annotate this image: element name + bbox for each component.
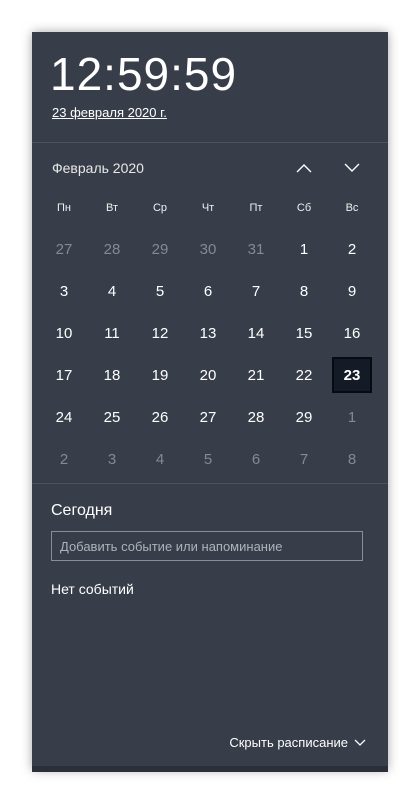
prev-month-button[interactable] [291, 156, 317, 180]
calendar-day[interactable]: 7 [232, 270, 280, 312]
calendar-day[interactable]: 8 [280, 270, 328, 312]
calendar-day[interactable]: 17 [40, 354, 88, 396]
weekday-label: Ср [152, 202, 168, 214]
calendar-day[interactable]: 2 [328, 228, 376, 270]
weekday-label: Пн [57, 202, 71, 214]
divider-top [32, 142, 388, 143]
calendar-day[interactable]: 14 [232, 312, 280, 354]
calendar-day[interactable]: 10 [40, 312, 88, 354]
hide-schedule-button[interactable]: Скрыть расписание [229, 735, 366, 750]
calendar-day[interactable]: 28 [232, 396, 280, 438]
calendar-day[interactable]: 19 [136, 354, 184, 396]
weekday-label: Пт [249, 202, 263, 214]
calendar-day[interactable]: 13 [184, 312, 232, 354]
calendar-day[interactable]: 9 [328, 270, 376, 312]
calendar-day[interactable]: 2 [40, 438, 88, 480]
calendar-day[interactable]: 5 [136, 270, 184, 312]
calendar-day[interactable]: 29 [280, 396, 328, 438]
calendar-day[interactable]: 11 [88, 312, 136, 354]
calendar-day[interactable]: 5 [184, 438, 232, 480]
clock-time: 12:59:59 [50, 48, 238, 100]
calendar-day[interactable]: 6 [184, 270, 232, 312]
calendar-day[interactable]: 7 [280, 438, 328, 480]
weekday-label: Сб [296, 202, 312, 214]
calendar-day[interactable]: 1 [280, 228, 328, 270]
calendar-day[interactable]: 31 [232, 228, 280, 270]
bottom-edge [32, 766, 388, 772]
chevron-down-icon [344, 163, 360, 172]
next-month-button[interactable] [339, 156, 365, 180]
calendar-day[interactable]: 15 [280, 312, 328, 354]
calendar-day[interactable]: 3 [40, 270, 88, 312]
calendar-day[interactable]: 30 [184, 228, 232, 270]
hide-schedule-label: Скрыть расписание [229, 735, 348, 750]
calendar-day[interactable]: 22 [280, 354, 328, 396]
calendar-day[interactable]: 3 [88, 438, 136, 480]
calendar-day[interactable]: 16 [328, 312, 376, 354]
calendar-day[interactable]: 4 [88, 270, 136, 312]
calendar-day[interactable]: 6 [232, 438, 280, 480]
add-event-input[interactable] [51, 531, 363, 561]
weekday-label: Вс [345, 202, 359, 214]
calendar-day[interactable]: 20 [184, 354, 232, 396]
weekday-label: Вт [105, 202, 118, 214]
calendar-day[interactable]: 12 [136, 312, 184, 354]
calendar-day[interactable]: 1 [328, 396, 376, 438]
calendar-day[interactable]: 27 [40, 228, 88, 270]
chevron-down-icon [354, 739, 366, 746]
calendar-day[interactable]: 18 [88, 354, 136, 396]
calendar-day[interactable]: 21 [232, 354, 280, 396]
calendar-day[interactable]: 27 [184, 396, 232, 438]
calendar-day[interactable]: 29 [136, 228, 184, 270]
calendar-day[interactable]: 25 [88, 396, 136, 438]
divider-bottom [32, 483, 388, 484]
date-link[interactable]: 23 февраля 2020 г. [52, 105, 167, 120]
no-events-label: Нет событий [51, 581, 134, 597]
agenda-title: Сегодня [51, 502, 113, 519]
calendar-day[interactable]: 26 [136, 396, 184, 438]
calendar-grid: 27 28 29 30 31 1 2 3 4 5 6 7 8 9 10 11 12 13 14 15 16 17 18 19 2… [40, 228, 376, 480]
calendar-day[interactable]: 8 [328, 438, 376, 480]
month-label[interactable]: Февраль 2020 [52, 160, 144, 176]
calendar-day[interactable]: 4 [136, 438, 184, 480]
calendar-day[interactable]: 28 [88, 228, 136, 270]
calendar-flyout: 12:59:59 23 февраля 2020 г. Февраль 2020… [32, 32, 388, 770]
calendar-day-today[interactable]: 23 [332, 357, 372, 393]
calendar-day[interactable]: 24 [40, 396, 88, 438]
chevron-up-icon [296, 164, 312, 173]
weekday-header: Пн Вт Ср Чт Пт Сб Вс [40, 202, 376, 214]
weekday-label: Чт [201, 202, 215, 214]
